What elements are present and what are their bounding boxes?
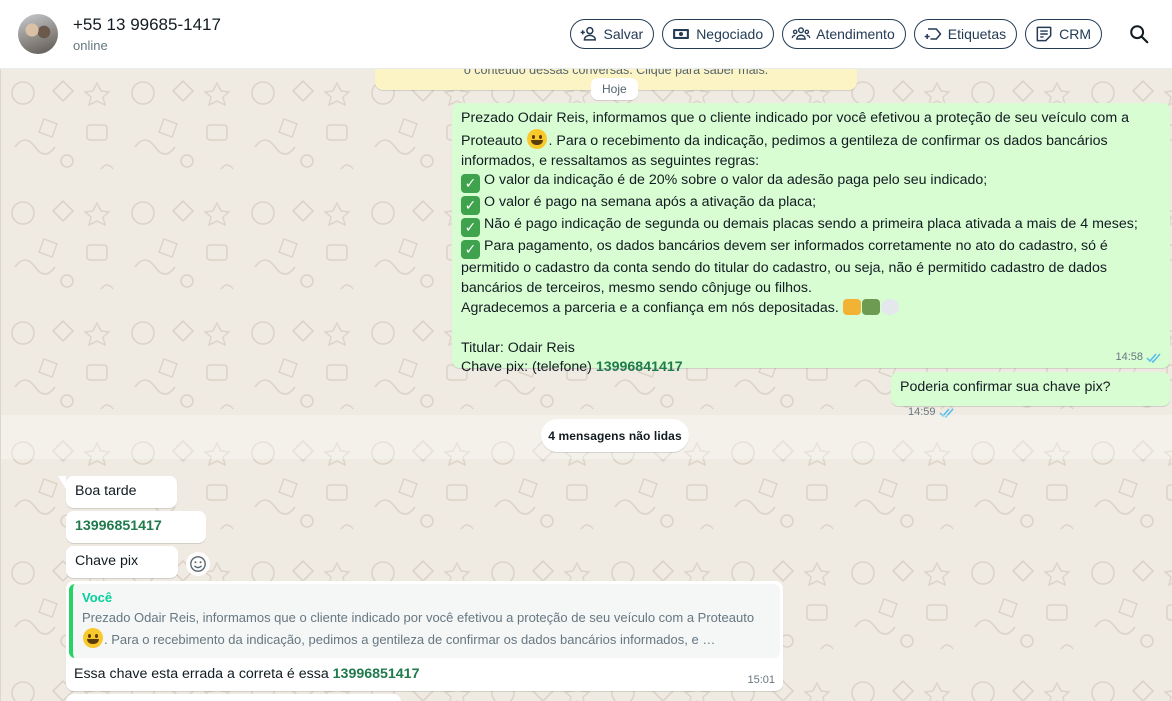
message-text: Não é pago indicação de segunda ou demai… [484,216,1138,233]
search-button[interactable] [1124,19,1154,49]
message-time: 14:58 [1115,351,1143,363]
phone-link[interactable]: 13996851417 [75,518,162,534]
reaction-button[interactable] [186,552,210,576]
quote-text: Prezado Odair Reis, informamos que o cli… [82,608,770,650]
money-icon [673,29,690,39]
grinning-face-icon [527,128,548,149]
quote-author: Você [82,590,113,605]
outgoing-message[interactable]: Prezado Odair Reis, informamos que o cli… [452,103,1170,375]
contact-name: +55 13 99685-1417 [73,15,221,34]
rule-line: ✓ O valor é pago na semana após a ativaçã… [461,193,1162,216]
message-text: Proteauto [461,132,523,149]
message-line: Prezado Odair Reis, informamos que o cli… [461,110,1129,126]
check-mark-icon: ✓ [461,196,480,216]
quote-line: . Para o recebimento da indicação, pedim… [104,632,716,647]
chat-header: +55 13 99685-1417 online Salvar Negociad… [0,0,1172,69]
phone-link[interactable]: 13996841417 [596,359,683,375]
toolbar: Salvar Negociado Atendimento Etiquetas C… [569,19,1155,49]
group-icon [791,27,811,40]
rule-line: ✓ O valor da indicação é de 20% sobre o v… [461,171,1162,194]
check-mark-icon: ✓ [461,240,480,260]
double-check-icon [1146,353,1161,363]
outgoing-message[interactable]: Poderia confirmar sua chave pix? 14:59 [891,372,1170,419]
incoming-message[interactable]: Boa tarde14:59 [58,476,177,522]
message-text: Chave pix: (telefone) [461,359,596,376]
negotiated-button-label: Negociado [696,26,764,42]
grinning-face-icon [83,628,103,648]
quote-line: Prezado Odair Reis, informamos que o cli… [82,610,755,625]
message-line-with-emoji: Agradecemos a parceria e a confiança em … [461,298,1162,319]
handshake-icon [842,298,861,315]
message-time: 15:01 [747,674,775,686]
truck-icon [861,298,880,315]
message-text: Chave pix [75,553,139,569]
incoming-message[interactable]: Chave pix14:59 [66,546,178,592]
diamond-icon [880,298,899,315]
message-line: permitido o cadastro da conta sendo do t… [461,260,1107,277]
message-line-blank [461,319,1162,339]
phone-link[interactable]: 13996851417 [333,666,420,682]
message-meta: 14:58 [1115,350,1162,364]
service-button-label: Atendimento [816,26,895,42]
contact-status: online [73,38,108,53]
message-body: Essa chave esta errada a correta é essa … [69,658,780,685]
avatar[interactable] [18,14,58,54]
message-text: . Para o recebimento da indicação, pedim… [548,132,1108,149]
label-add-icon [924,28,941,40]
incoming-message-partial[interactable] [66,694,401,701]
quote-line-with-emoji: . Para o recebimento da indicação, pedim… [82,628,770,650]
service-button[interactable]: Atendimento [782,19,906,49]
labels-button[interactable]: Etiquetas [913,19,1018,49]
message-line: bancários de terceiros, mesmo sendo cônj… [461,280,812,297]
unread-messages-chip: 4 mensagens não lidas [541,419,689,452]
check-mark-icon: ✓ [461,174,480,194]
save-button-label: Salvar [603,26,644,42]
rule-line: ✓ Para pagamento, os dados bancários deve… [461,237,1162,260]
person-add-icon [580,26,596,41]
message-text: Boa tarde [75,483,137,499]
incoming-reply-message[interactable]: Você Prezado Odair Reis, informamos que … [66,581,783,691]
quoted-message[interactable]: Você Prezado Odair Reis, informamos que … [69,584,780,658]
message-text: Para pagamento, os dados bancários devem… [484,238,1108,255]
message-text: Agradecemos a parceria e a confiança em … [461,299,839,316]
negotiated-button[interactable]: Negociado [662,19,775,49]
save-button[interactable]: Salvar [569,19,655,49]
chat-panel[interactable]: o conteúdo dessas conversas. Clique para… [0,69,1172,701]
rule-line: ✓ Não é pago indicação de segunda ou dema… [461,215,1162,238]
incoming-message[interactable]: 1399685141714:59 [66,511,206,557]
contact-info[interactable]: +55 13 99685-1417 online [73,14,221,54]
message-text: Poderia confirmar sua chave pix? [900,379,1111,395]
message-line-with-emoji: Proteauto . Para o recebimento da indica… [461,128,1162,152]
message-line: Titular: Odair Reis [461,339,575,356]
date-chip: Hoje [591,78,638,100]
message-text: Essa chave esta errada a correta é essa [74,666,333,682]
message-text: O valor é pago na semana após a ativação… [484,194,817,211]
note-icon [1036,26,1052,42]
search-icon [1130,25,1149,44]
crm-button[interactable]: CRM [1025,19,1102,49]
check-mark-icon: ✓ [461,218,480,238]
message-line: informados, e ressaltamos as seguintes r… [461,152,760,169]
crm-button-label: CRM [1059,26,1091,42]
smiley-icon [190,556,206,572]
message-text: O valor da indicação é de 20% sobre o va… [484,172,988,189]
labels-button-label: Etiquetas [947,26,1007,42]
